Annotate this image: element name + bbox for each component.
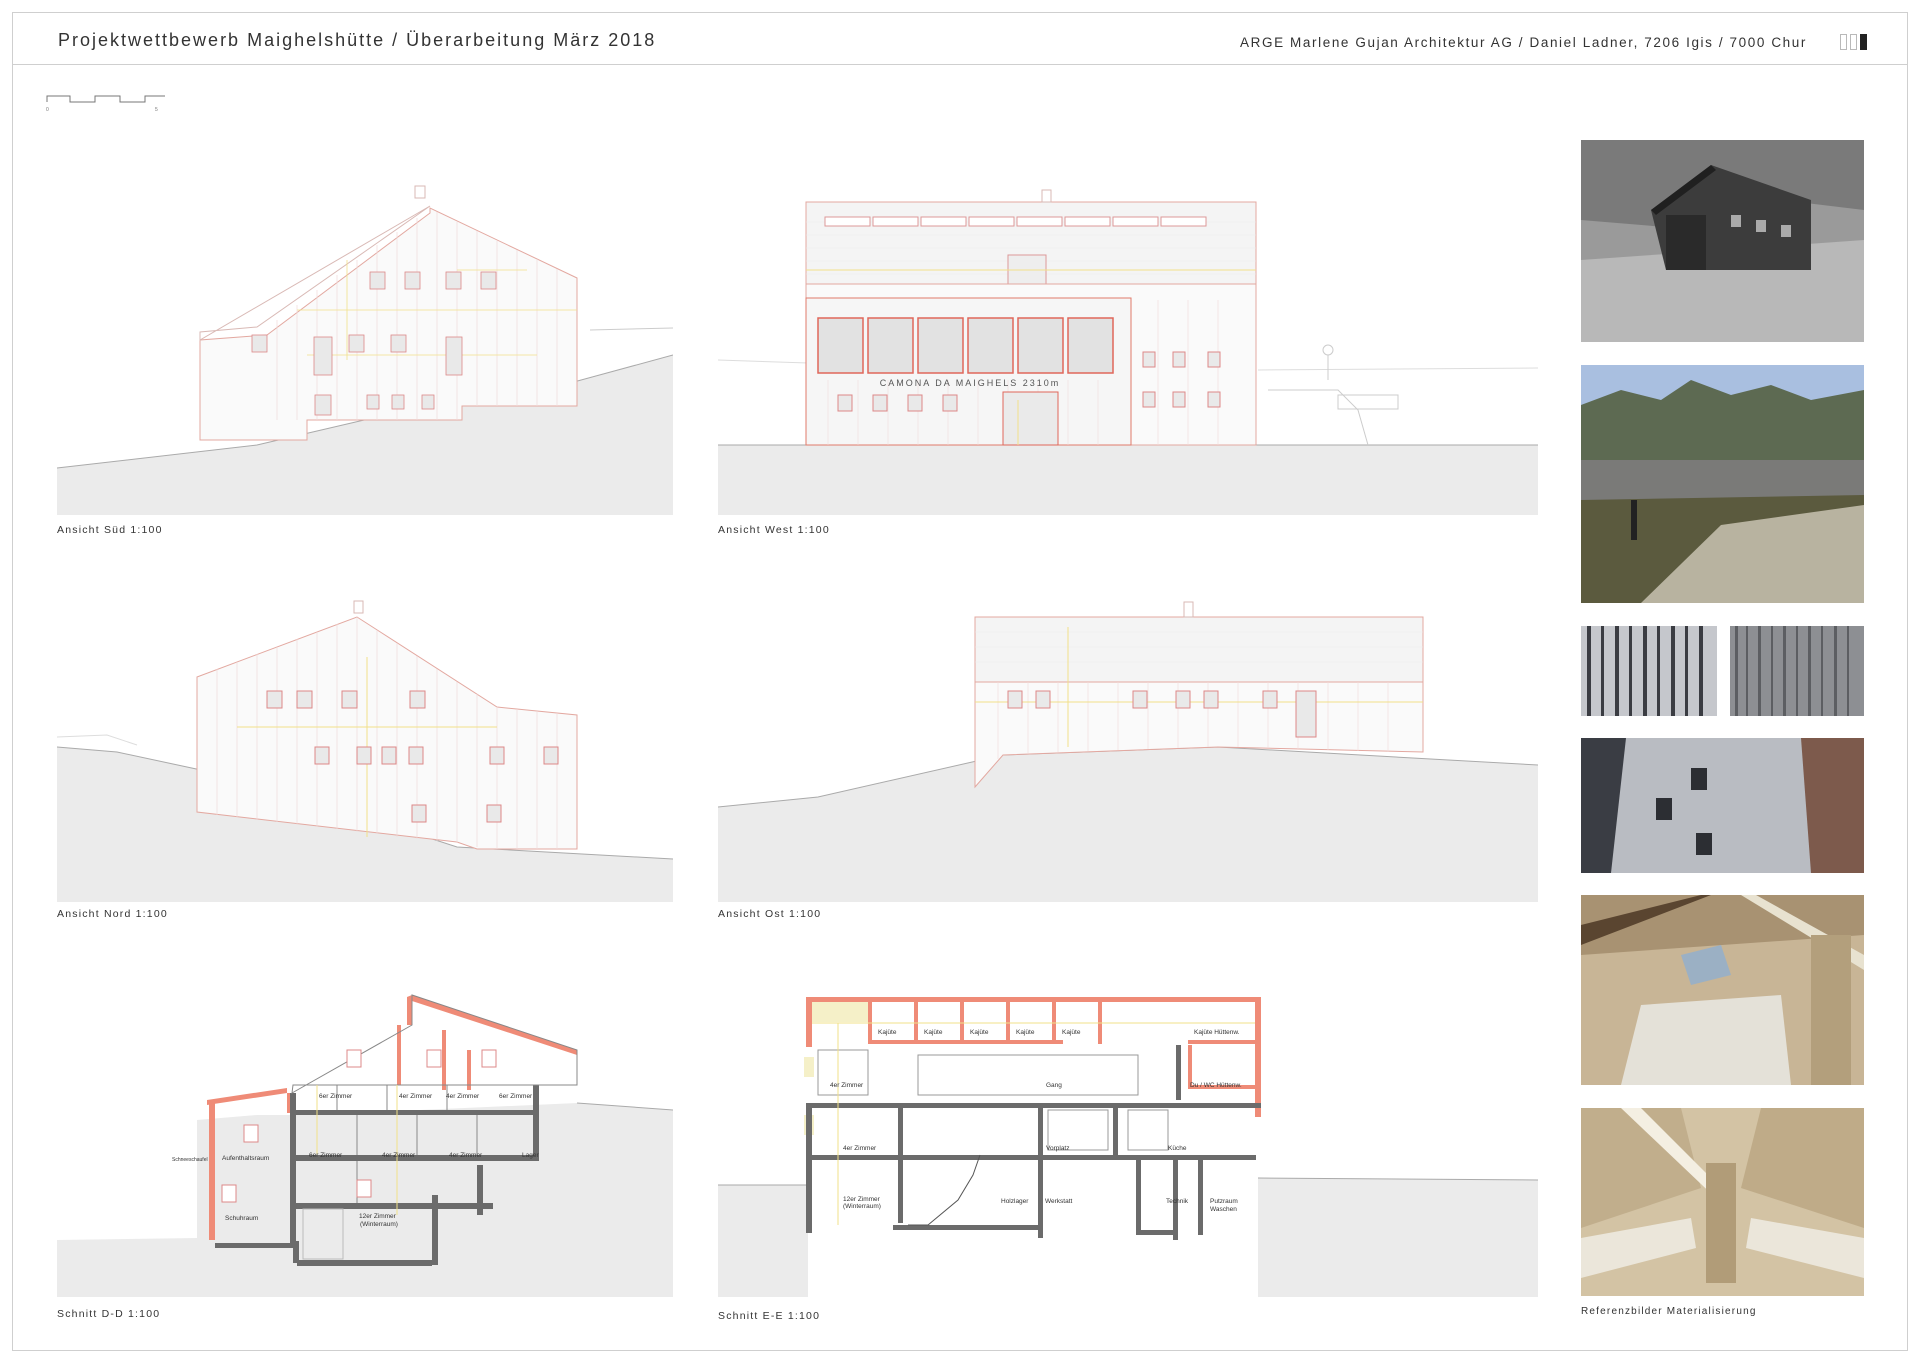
room-label: 4er Zimmer <box>830 1082 864 1089</box>
page-marks <box>1840 34 1867 50</box>
room-label: 6er Zimmer <box>319 1093 353 1100</box>
room-label: 4er Zimmer <box>449 1152 483 1159</box>
room-label: Technik <box>1166 1198 1189 1205</box>
caption-references: Referenzbilder Materialisierung <box>1581 1306 1757 1317</box>
room-label: 6er Zimmer <box>499 1093 533 1100</box>
room-label: 6er Zimmer <box>309 1152 343 1159</box>
elevation-south <box>57 180 673 515</box>
room-label: Vorplatz <box>1046 1145 1070 1152</box>
room-label: 4er Zimmer <box>382 1152 416 1159</box>
room-label: Kajüte <box>1062 1029 1081 1036</box>
header-bar: Projektwettbewerb Maighelshütte / Überar… <box>13 13 1907 65</box>
caption-ansicht-sued: Ansicht Süd 1:100 <box>57 524 163 536</box>
room-label: Kajüte <box>1016 1029 1035 1036</box>
authors-line: ARGE Marlene Gujan Architektur AG / Dani… <box>1240 35 1807 50</box>
page-mark-empty <box>1850 34 1857 50</box>
page-mark-current <box>1860 34 1867 50</box>
page-mark-empty <box>1840 34 1847 50</box>
section-ee: Kajüte Kajüte Kajüte Kajüte Kajüte Kajüt… <box>718 985 1538 1297</box>
svg-text:5: 5 <box>155 107 158 112</box>
room-label: Kajüte <box>924 1029 943 1036</box>
room-label: Waschen <box>1210 1206 1237 1213</box>
caption-ansicht-ost: Ansicht Ost 1:100 <box>718 908 822 920</box>
room-label: 12er Zimmer <box>359 1213 397 1220</box>
room-label: Holzlager <box>1001 1198 1029 1205</box>
room-label: Schuhraum <box>225 1215 258 1222</box>
room-label: (Winterraum) <box>843 1203 881 1210</box>
room-label: Kajüte Hüttenw. <box>1194 1029 1240 1036</box>
room-label: Aufenthaltsraum <box>222 1155 269 1162</box>
room-label: 4er Zimmer <box>399 1093 433 1100</box>
room-label: Gang <box>1046 1082 1062 1089</box>
room-label: Kajüte <box>878 1029 897 1036</box>
room-label: Schneeschaufel <box>172 1157 208 1163</box>
room-label: 12er Zimmer <box>843 1196 881 1203</box>
reference-photo-weathered-wood <box>1730 626 1864 716</box>
room-label: Kajüte <box>970 1029 989 1036</box>
reference-photo-old-hut <box>1581 140 1864 342</box>
caption-ansicht-nord: Ansicht Nord 1:100 <box>57 908 168 920</box>
reference-photo-bunk-room <box>1581 1108 1864 1296</box>
reference-photo-metal-facade <box>1581 738 1864 873</box>
room-label: Lager <box>522 1152 539 1159</box>
scale-bar: 0 5 <box>46 95 165 112</box>
reference-photo-wood-cladding <box>1581 626 1717 716</box>
svg-text:0: 0 <box>46 107 49 112</box>
elevation-west: CAMONA DA MAIGHELS 2310m <box>718 180 1538 515</box>
room-label: (Winterraum) <box>360 1221 398 1228</box>
section-dd: 6er Zimmer 4er Zimmer 4er Zimmer 6er Zim… <box>57 985 673 1297</box>
sheet-title: Projektwettbewerb Maighelshütte / Überar… <box>58 30 657 50</box>
room-label: Putzraum <box>1210 1198 1238 1205</box>
elevation-east <box>718 597 1538 902</box>
reference-photo-wood-interior <box>1581 895 1864 1085</box>
room-label: 4er Zimmer <box>446 1093 480 1100</box>
room-label: 4er Zimmer <box>843 1145 877 1152</box>
room-label: Werkstatt <box>1045 1198 1073 1205</box>
elevation-north <box>57 597 673 902</box>
caption-ansicht-west: Ansicht West 1:100 <box>718 524 830 536</box>
caption-schnitt-dd: Schnitt D-D 1:100 <box>57 1308 161 1320</box>
room-label: Du / WC Hüttenw. <box>1190 1082 1242 1089</box>
building-sign: CAMONA DA MAIGHELS 2310m <box>880 378 1061 388</box>
caption-schnitt-ee: Schnitt E-E 1:100 <box>718 1310 821 1322</box>
reference-photo-roof-mountains <box>1581 365 1864 603</box>
room-label: Küche <box>1168 1145 1187 1152</box>
